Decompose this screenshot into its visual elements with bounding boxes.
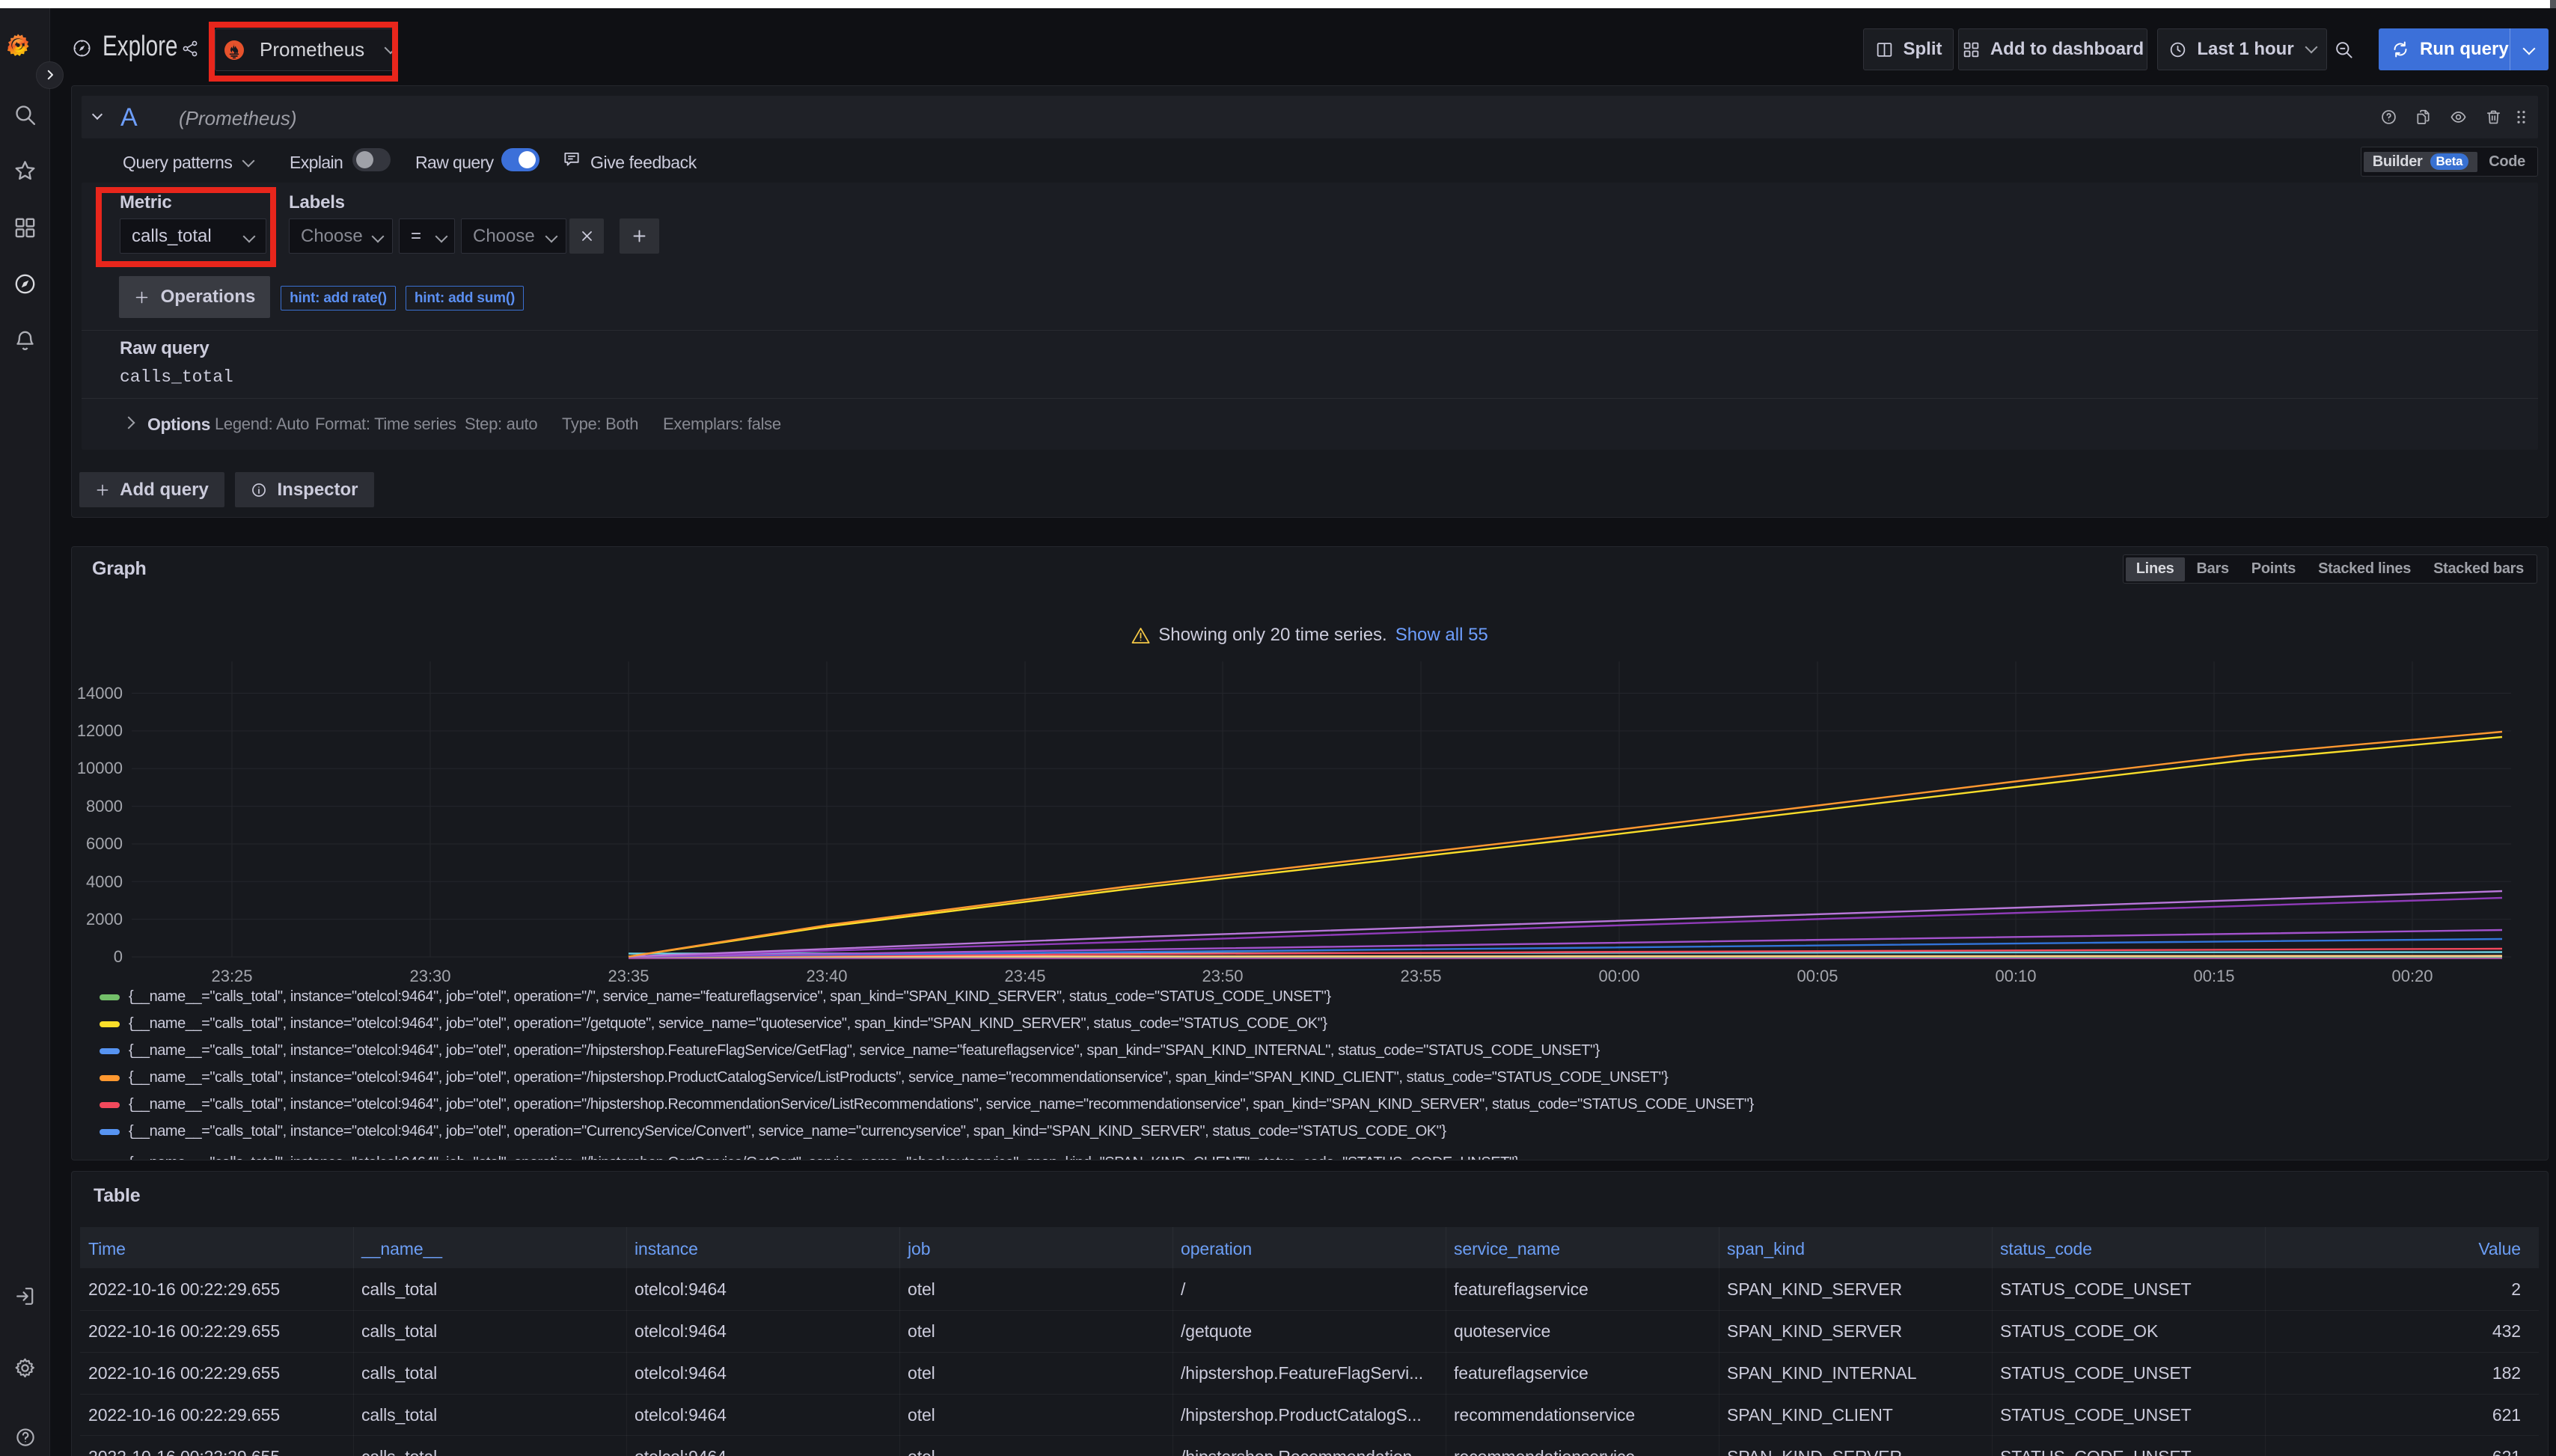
svg-text:6000: 6000 xyxy=(86,834,123,853)
svg-text:14000: 14000 xyxy=(77,684,123,703)
svg-text:00:15: 00:15 xyxy=(2193,967,2234,985)
svg-text:0: 0 xyxy=(114,947,123,966)
svg-text:2000: 2000 xyxy=(86,910,123,929)
svg-text:23:55: 23:55 xyxy=(1400,967,1441,985)
svg-text:4000: 4000 xyxy=(86,872,123,891)
svg-text:23:50: 23:50 xyxy=(1202,967,1243,985)
svg-text:00:00: 00:00 xyxy=(1598,967,1639,985)
svg-text:10000: 10000 xyxy=(77,759,123,777)
svg-text:8000: 8000 xyxy=(86,797,123,816)
svg-text:00:05: 00:05 xyxy=(1797,967,1838,985)
svg-text:23:30: 23:30 xyxy=(409,967,450,985)
svg-text:12000: 12000 xyxy=(77,721,123,740)
svg-text:00:20: 00:20 xyxy=(2391,967,2433,985)
svg-text:23:40: 23:40 xyxy=(806,967,847,985)
svg-text:23:25: 23:25 xyxy=(211,967,252,985)
svg-text:23:35: 23:35 xyxy=(608,967,649,985)
svg-text:00:10: 00:10 xyxy=(1995,967,2036,985)
svg-text:23:45: 23:45 xyxy=(1004,967,1045,985)
